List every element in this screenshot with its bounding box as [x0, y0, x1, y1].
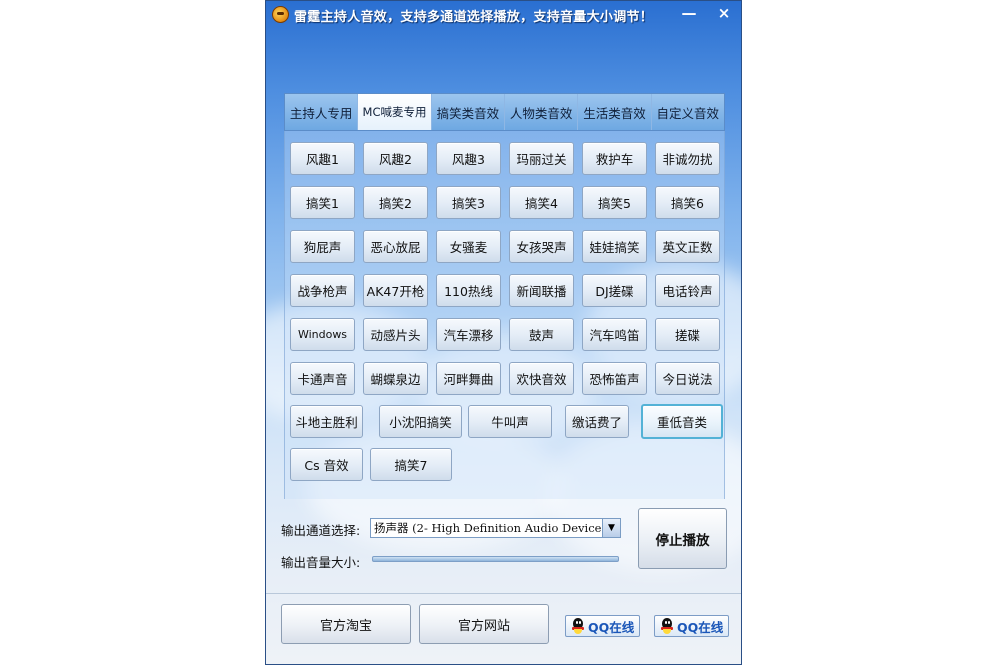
channel-select[interactable]: 扬声器 (2- High Definition Audio Device) ▼	[370, 518, 621, 538]
sound-button[interactable]: 欢快音效	[509, 362, 574, 395]
app-logo-icon	[272, 6, 289, 23]
sound-button[interactable]: 搞笑4	[509, 186, 574, 219]
sound-button[interactable]: 河畔舞曲	[436, 362, 501, 395]
sound-button[interactable]: 动感片头	[363, 318, 428, 351]
sound-button[interactable]: 搞笑3	[436, 186, 501, 219]
sound-button[interactable]: 搞笑7	[370, 448, 452, 481]
channel-label: 输出通道选择:	[281, 523, 361, 538]
sound-button[interactable]: 电话铃声	[655, 274, 720, 307]
website-button[interactable]: 官方网站	[419, 604, 549, 644]
sound-button[interactable]: 汽车鸣笛	[582, 318, 647, 351]
sound-button[interactable]: 恐怖笛声	[582, 362, 647, 395]
sound-button[interactable]: AK47开枪	[363, 274, 428, 307]
sound-button[interactable]: 风趣2	[363, 142, 428, 175]
sound-button[interactable]: 玛丽过关	[509, 142, 574, 175]
app-window: 雷霆主持人音效，支持多通道选择播放，支持音量大小调节！ — × 主持人专用 MC…	[265, 0, 742, 665]
tab-funny[interactable]: 搞笑类音效	[432, 94, 505, 130]
sound-button[interactable]: 非诚勿扰	[655, 142, 720, 175]
sound-button[interactable]: 搞笑2	[363, 186, 428, 219]
volume-slider[interactable]	[370, 551, 621, 567]
sound-button[interactable]: 新闻联播	[509, 274, 574, 307]
dropdown-arrow-icon[interactable]: ▼	[602, 519, 620, 537]
sound-button[interactable]: 恶心放屁	[363, 230, 428, 263]
sound-button[interactable]: 娃娃搞笑	[582, 230, 647, 263]
volume-label: 输出音量大小:	[281, 555, 361, 570]
sound-button[interactable]: Windows	[290, 318, 355, 351]
minimize-button[interactable]: —	[677, 3, 701, 23]
sound-button[interactable]: Cs 音效	[290, 448, 363, 481]
qq-online-label: QQ在线	[588, 619, 635, 635]
sound-button[interactable]: 小沈阳搞笑	[379, 405, 462, 438]
sound-button[interactable]: 风趣3	[436, 142, 501, 175]
tab-custom[interactable]: 自定义音效	[652, 94, 724, 130]
qq-online-label: QQ在线	[677, 619, 724, 635]
qq-online-button[interactable]: QQ在线	[565, 615, 640, 637]
close-button[interactable]: ×	[712, 3, 736, 23]
sound-button[interactable]: 110热线	[436, 274, 501, 307]
sound-button[interactable]: 蝴蝶泉边	[363, 362, 428, 395]
tab-people[interactable]: 人物类音效	[505, 94, 579, 130]
sound-button[interactable]: 鼓声	[509, 318, 574, 351]
sound-button[interactable]: 重低音类	[641, 404, 723, 439]
sound-button[interactable]: 女孩哭声	[509, 230, 574, 263]
qq-penguin-icon	[570, 617, 586, 635]
sound-button[interactable]: 汽车漂移	[436, 318, 501, 351]
taobao-button[interactable]: 官方淘宝	[281, 604, 411, 644]
stop-button[interactable]: 停止播放	[638, 508, 727, 569]
sound-button[interactable]: 缴话费了	[565, 405, 629, 438]
sound-button[interactable]: 搞笑6	[655, 186, 720, 219]
sound-button[interactable]: 搓碟	[655, 318, 720, 351]
title-bar: 雷霆主持人音效，支持多通道选择播放，支持音量大小调节！ — ×	[266, 1, 741, 29]
sound-button[interactable]: 今日说法	[655, 362, 720, 395]
qq-online-button[interactable]: QQ在线	[654, 615, 729, 637]
sound-button[interactable]: 战争枪声	[290, 274, 355, 307]
tab-mc[interactable]: MC喊麦专用	[358, 94, 432, 130]
sound-button[interactable]: 搞笑1	[290, 186, 355, 219]
sound-button[interactable]: 女骚麦	[436, 230, 501, 263]
sound-button[interactable]: 斗地主胜利	[290, 405, 363, 438]
category-tabs: 主持人专用 MC喊麦专用 搞笑类音效 人物类音效 生活类音效 自定义音效	[284, 93, 725, 131]
sound-button[interactable]: 救护车	[582, 142, 647, 175]
tab-life[interactable]: 生活类音效	[578, 94, 652, 130]
sound-button[interactable]: 卡通声音	[290, 362, 355, 395]
window-title: 雷霆主持人音效，支持多通道选择播放，支持音量大小调节！	[294, 10, 654, 25]
volume-slider-track	[372, 556, 619, 562]
sound-button[interactable]: 牛叫声	[468, 405, 552, 438]
sound-button[interactable]: 风趣1	[290, 142, 355, 175]
tab-host[interactable]: 主持人专用	[285, 94, 359, 130]
sound-button[interactable]: 搞笑5	[582, 186, 647, 219]
channel-select-value: 扬声器 (2- High Definition Audio Device)	[374, 521, 602, 535]
sound-button[interactable]: DJ搓碟	[582, 274, 647, 307]
qq-penguin-icon	[659, 617, 675, 635]
divider	[266, 593, 741, 594]
sound-button[interactable]: 狗屁声	[290, 230, 355, 263]
sound-button[interactable]: 英文正数	[655, 230, 720, 263]
